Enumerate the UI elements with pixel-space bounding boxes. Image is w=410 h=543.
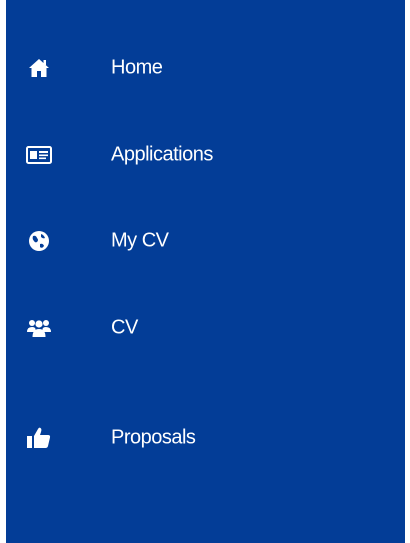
sidebar-item-label: My CV — [111, 229, 169, 252]
id-card-icon — [26, 142, 52, 168]
sidebar-item-applications[interactable]: Applications — [6, 120, 405, 190]
thumbs-up-icon — [26, 425, 52, 451]
sidebar-item-my-cv[interactable]: My CV — [6, 206, 405, 276]
sidebar-item-proposals[interactable]: Proposals — [6, 403, 405, 473]
sidebar-item-home[interactable]: Home — [6, 33, 405, 103]
sidebar-item-label: CV — [111, 316, 138, 339]
globe-icon — [26, 228, 52, 254]
home-icon — [26, 55, 52, 81]
users-icon — [26, 315, 52, 341]
sidebar-item-label: Home — [111, 56, 163, 79]
sidebar-item-cv[interactable]: CV — [6, 293, 405, 363]
sidebar-nav: Home Applications My CV CV Proposals — [6, 0, 405, 543]
sidebar-item-label: Applications — [111, 143, 213, 166]
sidebar-item-label: Proposals — [111, 426, 196, 449]
